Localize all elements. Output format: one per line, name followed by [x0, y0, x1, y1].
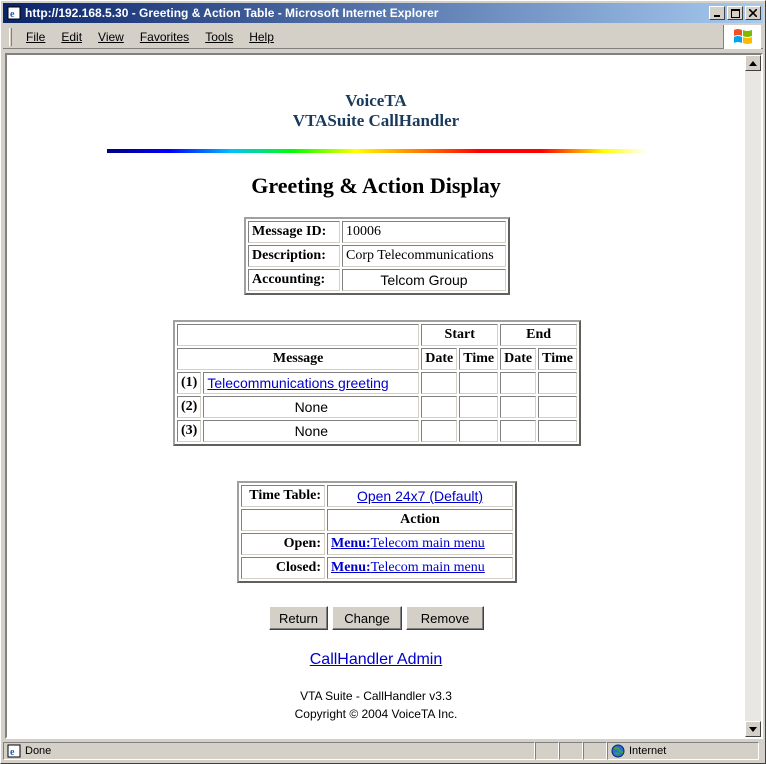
messages-header-row-2: Message Date Time Date Time [177, 348, 577, 370]
description-value: Corp Telecommunications [342, 245, 506, 267]
minimize-icon [714, 15, 720, 17]
menu-view[interactable]: View [90, 30, 132, 44]
open-menu-link[interactable]: Menu: [331, 536, 371, 551]
product-subtitle: VTASuite CallHandler [292, 111, 460, 130]
closed-label: Closed: [241, 557, 325, 579]
table-row: (1) Telecommunications greeting [177, 372, 577, 394]
message-id-row: Message ID: 10006 [248, 221, 506, 243]
closed-action-row: Closed: Menu:Telecom main menu [241, 557, 513, 579]
status-text: Done [25, 745, 52, 757]
scroll-down-button[interactable] [745, 721, 761, 737]
message-value: None [203, 396, 420, 418]
start-date-header: Date [421, 348, 458, 370]
status-bar: e Done Internet [3, 741, 763, 761]
arrow-up-icon [749, 60, 757, 66]
timetable-link-cell: Open 24x7 (Default) [327, 485, 513, 507]
open-action-cell: Menu:Telecom main menu [327, 533, 513, 555]
open-action-row: Open: Menu:Telecom main menu [241, 533, 513, 555]
callhandler-admin-link[interactable]: CallHandler Admin [310, 651, 443, 668]
message-value: None [203, 420, 420, 442]
change-button[interactable]: Change [332, 606, 402, 630]
closed-action-link[interactable]: Telecom main menu [371, 560, 485, 575]
menu-bar: File Edit View Favorites Tools Help [3, 25, 763, 49]
closed-menu-link[interactable]: Menu: [331, 560, 371, 575]
message-info-table: Message ID: 10006 Description: Corp Tele… [244, 217, 510, 295]
status-text-panel: e Done [3, 742, 535, 760]
return-button[interactable]: Return [269, 606, 328, 630]
menu-tools[interactable]: Tools [197, 30, 241, 44]
end-time-header: Time [538, 348, 577, 370]
row-index: (2) [177, 396, 202, 418]
browser-window: e http://192.168.5.30 - Greeting & Actio… [0, 0, 766, 764]
timetable-label: Time Table: [241, 485, 325, 507]
greeting-link[interactable]: Telecommunications greeting [207, 375, 388, 391]
message-id-label: Message ID: [248, 221, 340, 243]
maximize-icon [730, 8, 740, 18]
timetable-row: Time Table: Open 24x7 (Default) [241, 485, 513, 507]
ie-page-icon: e [6, 5, 22, 21]
greeting-link-cell: Telecommunications greeting [203, 372, 420, 394]
menu-favorites[interactable]: Favorites [132, 30, 197, 44]
row-index: (3) [177, 420, 202, 442]
admin-link-wrap: CallHandler Admin [7, 651, 745, 669]
end-header: End [500, 324, 577, 346]
window-title: http://192.168.5.30 - Greeting & Action … [25, 6, 439, 20]
action-header-row: Action [241, 509, 513, 531]
messages-table: Start End Message Date Time Date Time (1… [173, 320, 581, 446]
table-row: (3) None [177, 420, 577, 442]
page-viewport: VoiceTA VTASuite CallHandler Greeting & … [5, 53, 763, 739]
timetable-table: Time Table: Open 24x7 (Default) Action O… [237, 481, 517, 583]
close-button[interactable] [745, 6, 761, 20]
arrow-down-icon [749, 726, 757, 732]
menu-edit[interactable]: Edit [53, 30, 90, 44]
description-label: Description: [248, 245, 340, 267]
minimize-button[interactable] [709, 6, 725, 20]
message-header: Message [177, 348, 420, 370]
description-row: Description: Corp Telecommunications [248, 245, 506, 267]
footer-copyright: Copyright © 2004 VoiceTA Inc. [294, 707, 458, 721]
accounting-value: Telcom Group [342, 269, 506, 291]
page-done-icon: e [7, 744, 21, 758]
open-label: Open: [241, 533, 325, 555]
start-time-header: Time [459, 348, 499, 370]
vertical-scrollbar[interactable] [745, 55, 761, 737]
action-header: Action [327, 509, 513, 531]
title-bar[interactable]: e http://192.168.5.30 - Greeting & Actio… [3, 3, 763, 23]
menu-file[interactable]: File [18, 30, 53, 44]
timetable-link[interactable]: Open 24x7 (Default) [357, 488, 483, 504]
close-icon [749, 9, 757, 17]
message-id-value: 10006 [342, 221, 506, 243]
table-row: (2) None [177, 396, 577, 418]
security-zone-panel: Internet [607, 742, 759, 760]
open-action-link[interactable]: Telecom main menu [371, 536, 485, 551]
remove-button[interactable]: Remove [406, 606, 484, 630]
start-header: Start [421, 324, 499, 346]
maximize-button[interactable] [727, 6, 743, 20]
toolbar-grip[interactable] [9, 27, 12, 46]
page-title: Greeting & Action Display [251, 173, 501, 198]
closed-action-cell: Menu:Telecom main menu [327, 557, 513, 579]
rainbow-divider [107, 149, 647, 153]
globe-icon [611, 744, 625, 758]
messages-header-row-1: Start End [177, 324, 577, 346]
zone-text: Internet [629, 745, 667, 757]
row-index: (1) [177, 372, 202, 394]
product-name: VoiceTA [345, 91, 407, 110]
svg-text:e: e [10, 747, 15, 758]
accounting-row: Accounting: Telcom Group [248, 269, 506, 291]
windows-logo-icon [723, 25, 761, 49]
menu-help[interactable]: Help [241, 30, 282, 44]
end-date-header: Date [500, 348, 537, 370]
footer-version: VTA Suite - CallHandler v3.3 [300, 689, 452, 703]
accounting-label: Accounting: [248, 269, 340, 291]
page-content: VoiceTA VTASuite CallHandler Greeting & … [7, 55, 745, 737]
svg-text:e: e [10, 9, 15, 20]
scroll-up-button[interactable] [745, 55, 761, 71]
